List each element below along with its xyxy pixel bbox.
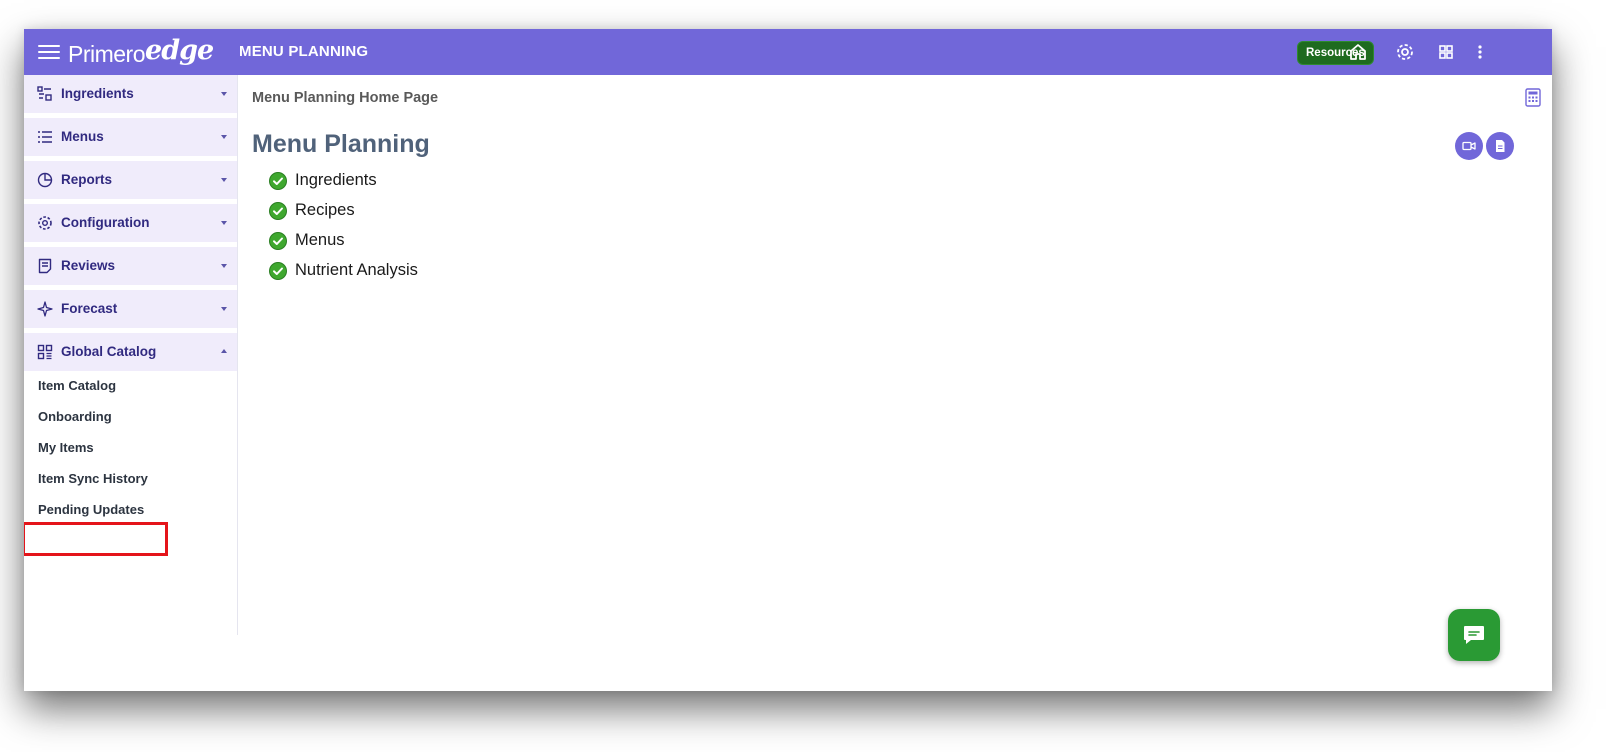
sidebar-item-item-sync-history[interactable]: Item Sync History (38, 471, 148, 486)
sidebar-section-reports[interactable]: Reports (24, 161, 237, 199)
grid-icon (37, 344, 53, 360)
chevron-down-icon (221, 264, 227, 268)
app-window: Primeroedge MENU PLANNING Resources Ingr… (24, 29, 1552, 691)
video-button[interactable] (1455, 132, 1483, 160)
checklist-label: Recipes (295, 201, 355, 219)
checklist-label: Nutrient Analysis (295, 261, 418, 279)
app-logo[interactable]: Primeroedge (68, 35, 214, 69)
document-icon (1496, 140, 1505, 152)
more-vertical-icon[interactable] (1469, 41, 1491, 63)
sidebar-section-label: Reviews (61, 258, 116, 273)
module-title: MENU PLANNING (239, 43, 369, 60)
checklist-label: Menus (295, 231, 345, 249)
calculator-icon[interactable] (1525, 88, 1541, 107)
logo-primary-text: Primero (68, 41, 146, 67)
ingredients-icon (37, 86, 53, 102)
chevron-down-icon (221, 221, 227, 225)
sidebar-section-label: Global Catalog (61, 344, 157, 359)
sidebar-section-label: Forecast (61, 301, 118, 316)
document-button[interactable] (1486, 132, 1514, 160)
check-circle-icon (269, 232, 287, 250)
sidebar-item-onboarding[interactable]: Onboarding (38, 409, 112, 424)
sidebar-section-label: Menus (61, 129, 104, 144)
sidebar-item-item-catalog[interactable]: Item Catalog (38, 378, 116, 393)
chevron-down-icon (221, 92, 227, 96)
sidebar-section-reviews[interactable]: Reviews (24, 247, 237, 285)
hamburger-menu-icon[interactable] (38, 41, 60, 63)
sidebar-section-ingredients[interactable]: Ingredients (24, 75, 237, 113)
chevron-up-icon (221, 349, 227, 353)
video-camera-icon (1462, 141, 1476, 151)
chat-icon (1464, 626, 1484, 644)
sidebar-item-pending-updates[interactable]: Pending Updates (38, 502, 144, 517)
sidebar-section-label: Ingredients (61, 86, 134, 101)
sidebar-item-my-items[interactable]: My Items (38, 440, 94, 455)
sidebar-section-label: Reports (61, 172, 113, 187)
gear-icon (37, 215, 53, 231)
checklist-item-recipes[interactable]: Recipes (269, 201, 569, 225)
highlight-annotation-box (24, 522, 168, 556)
sidebar-section-menus[interactable]: Menus (24, 118, 237, 156)
checklist-label: Ingredients (295, 171, 377, 189)
review-doc-icon (37, 258, 53, 274)
apps-grid-icon[interactable] (1435, 41, 1457, 63)
sidebar-section-label: Configuration (61, 215, 150, 230)
check-circle-icon (269, 202, 287, 220)
breadcrumb: Menu Planning Home Page (252, 90, 439, 106)
sidebar-section-configuration[interactable]: Configuration (24, 204, 237, 242)
checklist-item-menus[interactable]: Menus (269, 231, 569, 255)
list-icon (37, 129, 53, 145)
gear-icon[interactable] (1394, 41, 1416, 63)
sidebar-section-forecast[interactable]: Forecast (24, 290, 237, 328)
check-circle-icon (269, 262, 287, 280)
sidebar-section-global-catalog[interactable]: Global Catalog (24, 333, 237, 371)
top-bar: Primeroedge MENU PLANNING Resources (24, 29, 1552, 75)
chevron-down-icon (221, 307, 227, 311)
logo-secondary-text: edge (145, 35, 214, 66)
sparkle-icon (37, 301, 53, 317)
page-title: Menu Planning (252, 130, 430, 158)
check-circle-icon (269, 172, 287, 190)
home-icon[interactable] (1347, 41, 1369, 63)
checklist-item-nutrient-analysis[interactable]: Nutrient Analysis (269, 261, 569, 285)
chevron-down-icon (221, 135, 227, 139)
pie-chart-icon (37, 172, 53, 188)
chat-button[interactable] (1448, 609, 1500, 661)
checklist-item-ingredients[interactable]: Ingredients (269, 171, 569, 195)
chevron-down-icon (221, 178, 227, 182)
